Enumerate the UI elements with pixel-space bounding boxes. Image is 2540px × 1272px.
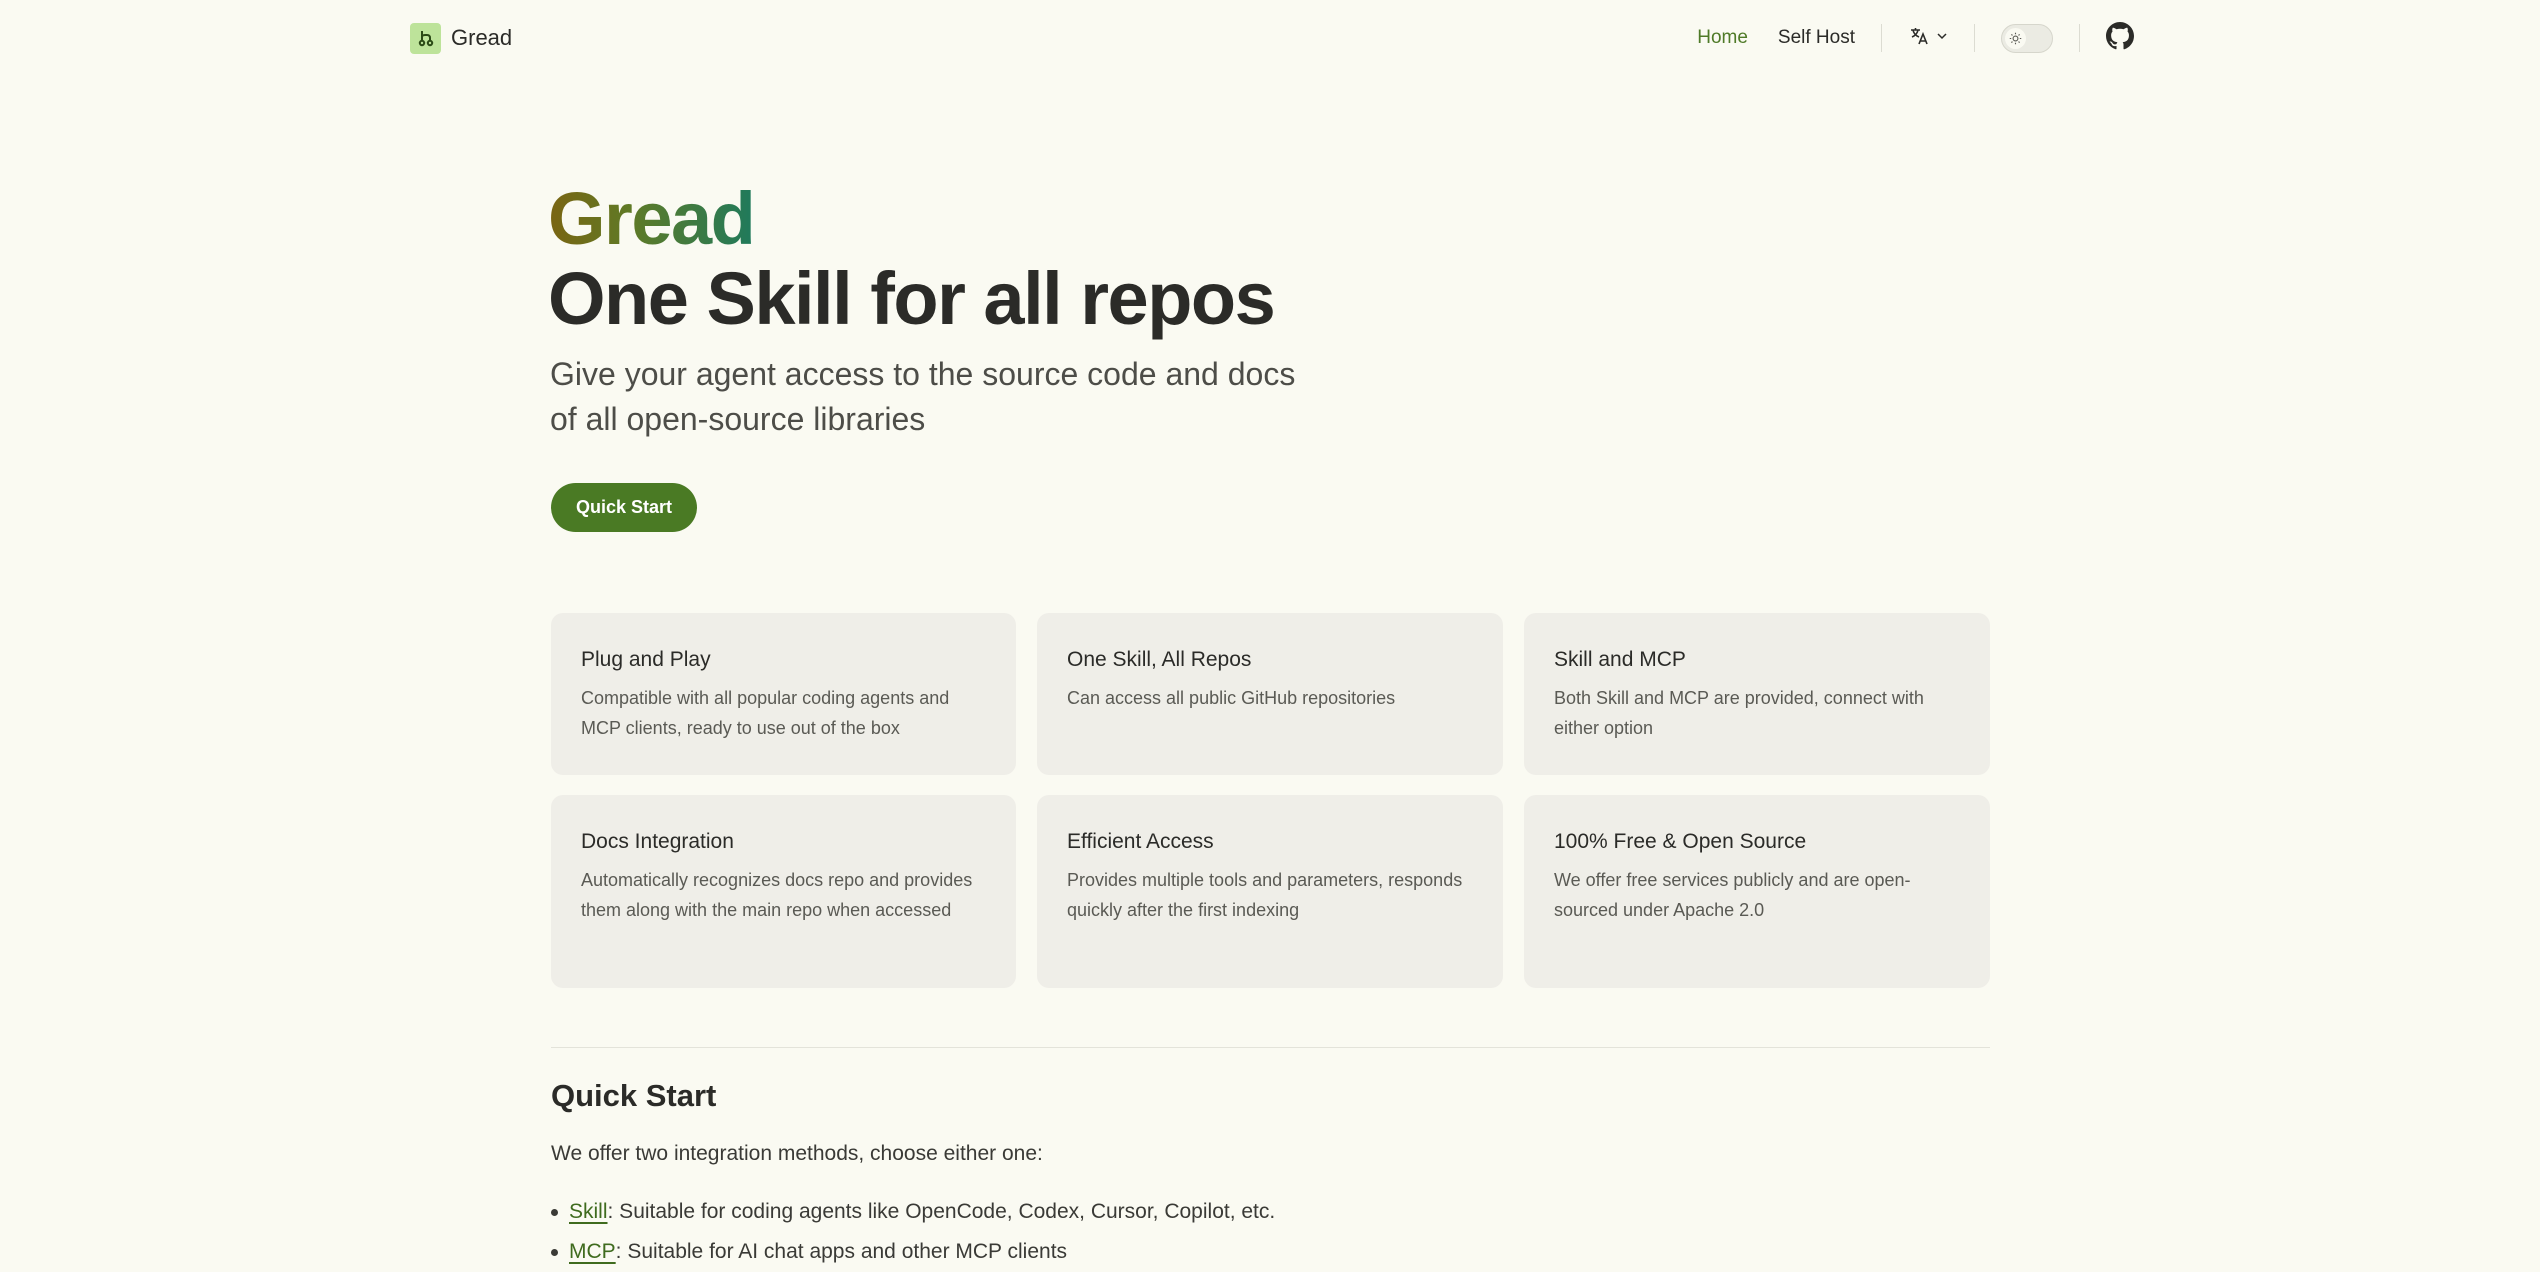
feature-title: One Skill, All Repos (1067, 648, 1252, 671)
skill-link[interactable]: Skill (569, 1192, 608, 1232)
feature-cards: Plug and Play Compatible with all popula… (551, 613, 1990, 988)
feature-desc: Automatically recognizes docs repo and p… (581, 870, 973, 920)
brand-link[interactable]: Gread (410, 22, 512, 54)
section-divider (551, 1047, 1990, 1048)
list-item: Skill : Suitable for coding agents like … (551, 1192, 1275, 1232)
brand-name: Gread (451, 25, 513, 50)
feature-card: 100% Free & Open Source We offer free se… (1524, 795, 1990, 988)
feature-card: One Skill, All Repos Can access all publ… (1037, 613, 1503, 775)
nav-right: Home Self Host (1697, 18, 2134, 58)
hero-subtitle: One Skill for all repos (548, 257, 1276, 340)
integration-list: Skill : Suitable for coding agents like … (551, 1192, 1275, 1272)
feature-desc: Both Skill and MCP are provided, connect… (1554, 688, 1924, 738)
list-item-text: : Suitable for AI chat apps and other MC… (615, 1240, 1068, 1263)
nav-separator (2079, 24, 2080, 52)
git-branch-logo-icon (410, 22, 441, 54)
hero-description: Give your agent access to the source cod… (550, 352, 1310, 442)
hero-description-line2: of all open-source libraries (550, 401, 926, 437)
nav-link-home[interactable]: Home (1697, 27, 1748, 49)
feature-title: Plug and Play (581, 648, 711, 671)
feature-title: 100% Free & Open Source (1554, 830, 1807, 853)
feature-desc: Compatible with all popular coding agent… (581, 688, 950, 738)
theme-toggle[interactable] (2001, 23, 2053, 53)
nav-separator (1974, 24, 1975, 52)
list-item: MCP : Suitable for AI chat apps and othe… (551, 1232, 1275, 1272)
sun-icon (2005, 27, 2026, 49)
feature-card: Skill and MCP Both Skill and MCP are pro… (1524, 613, 1990, 775)
feature-title: Docs Integration (581, 830, 734, 853)
feature-card: Plug and Play Compatible with all popula… (551, 613, 1016, 775)
list-item-text: : Suitable for coding agents like OpenCo… (607, 1200, 1276, 1223)
quick-start-button[interactable]: Quick Start (551, 483, 697, 532)
feature-title: Skill and MCP (1554, 648, 1686, 671)
bullet (551, 1208, 558, 1216)
hero-description-line1: Give your agent access to the source cod… (550, 356, 1296, 392)
chevron-down-icon (1936, 29, 1948, 47)
feature-card: Docs Integration Automatically recognize… (551, 795, 1016, 988)
feature-desc: Can access all public GitHub repositorie… (1067, 688, 1396, 708)
top-nav: Gread Home Self Host (0, 0, 2540, 76)
github-icon[interactable] (2106, 21, 2134, 55)
bullet (551, 1248, 558, 1256)
feature-desc: Provides multiple tools and parameters, … (1067, 870, 1463, 920)
nav-separator (1881, 24, 1882, 52)
feature-card: Efficient Access Provides multiple tools… (1037, 795, 1503, 988)
quick-start-intro: We offer two integration methods, choose… (551, 1142, 1043, 1165)
feature-desc: We offer free services publicly and are … (1554, 870, 1911, 920)
feature-title: Efficient Access (1067, 830, 1214, 853)
quick-start-heading: Quick Start (551, 1078, 717, 1113)
hero-title: Gread (548, 177, 756, 260)
translate-icon (1908, 25, 1930, 52)
nav-link-self-host[interactable]: Self Host (1778, 27, 1855, 49)
mcp-link[interactable]: MCP (569, 1232, 616, 1272)
language-switcher[interactable] (1908, 25, 1948, 52)
